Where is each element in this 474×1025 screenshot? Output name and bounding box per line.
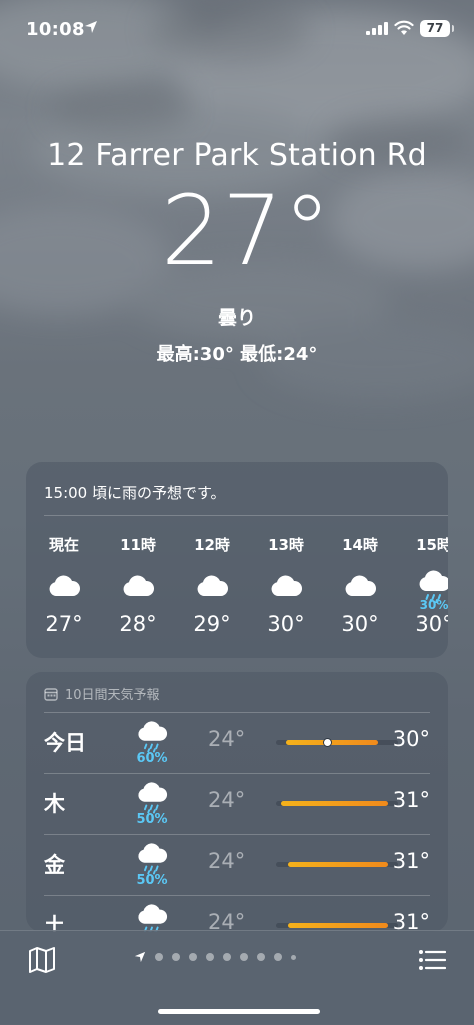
hour-label: 15時	[416, 536, 448, 554]
ten-day-header-label: 10日間天気予報	[65, 688, 160, 703]
ten-day-header: 10日間天気予報	[44, 684, 160, 703]
page-dot[interactable]	[257, 953, 265, 961]
precip-chance: 60%	[136, 751, 168, 766]
cellular-signal-icon	[366, 22, 388, 35]
temperature-range-fill	[288, 862, 388, 867]
divider	[44, 515, 448, 516]
low-temperature: 24°	[208, 849, 246, 873]
hour-label: 13時	[268, 536, 304, 554]
day-label: 金	[44, 853, 65, 877]
high-temperature: 31°	[392, 788, 430, 812]
hour-temperature: 30°	[341, 612, 379, 636]
temperature-range-fill	[288, 923, 388, 928]
page-indicator[interactable]	[134, 951, 296, 963]
page-dot[interactable]	[223, 953, 231, 961]
page-dot[interactable]	[189, 953, 197, 961]
map-icon[interactable]	[28, 947, 56, 973]
ten-day-forecast-card[interactable]: 10日間天気予報 今日 60% 24° 30° 木 50% 24° 31° 金 50% 24° 31°…	[26, 672, 448, 932]
temperature-range-fill	[286, 740, 378, 745]
high-temperature: 31°	[392, 849, 430, 873]
temperature-range-fill	[281, 801, 388, 806]
cloud-icon	[108, 566, 168, 606]
low-temperature: 24°	[208, 727, 246, 751]
page-dot[interactable]	[240, 953, 248, 961]
daily-row[interactable]: 木 50% 24° 31°	[44, 773, 430, 834]
home-indicator[interactable]	[158, 1009, 320, 1014]
current-location-page-icon[interactable]	[134, 951, 146, 963]
low-temperature: 24°	[208, 910, 246, 932]
cloud-icon	[34, 566, 94, 606]
temperature-range-bar	[276, 738, 398, 747]
cloud-icon	[330, 566, 390, 606]
hourly-summary: 15:00 頃に雨の予想です。	[44, 484, 226, 502]
page-dot[interactable]	[274, 953, 282, 961]
list-icon[interactable]	[418, 949, 446, 971]
hour-temperature: 28°	[119, 612, 157, 636]
battery-indicator: 77	[420, 20, 454, 37]
status-time: 10:08	[26, 19, 85, 40]
hourly-item: 15時 30% 30°	[404, 534, 448, 636]
hour-label: 12時	[194, 536, 230, 554]
low-temperature: 24°	[208, 788, 246, 812]
current-condition: 曇り	[217, 307, 256, 329]
day-label: 今日	[44, 731, 86, 755]
high-low-temperature: 最高:30° 最低:24°	[156, 344, 318, 365]
hour-temperature: 30°	[415, 612, 448, 636]
cloud-icon	[256, 566, 316, 606]
hourly-item: 13時 30°	[256, 534, 316, 636]
hour-temperature: 30°	[267, 612, 305, 636]
page-dot[interactable]	[172, 953, 180, 961]
daily-row[interactable]: 土 24° 31°	[44, 895, 430, 932]
hourly-item: 14時 30°	[330, 534, 390, 636]
temperature-range-bar	[276, 862, 398, 867]
hour-label: 14時	[342, 536, 378, 554]
location-arrow-icon	[85, 21, 97, 33]
hour-temperature: 29°	[193, 612, 231, 636]
status-bar: 10:08 77	[0, 0, 474, 60]
hour-label: 現在	[48, 536, 79, 554]
current-temp-dot	[323, 738, 332, 747]
page-dot[interactable]	[291, 954, 296, 960]
location-name: 12 Farrer Park Station Rd	[47, 138, 427, 173]
hour-temperature: 27°	[45, 612, 83, 636]
page-dot[interactable]	[206, 953, 214, 961]
precip-chance: 50%	[136, 873, 168, 888]
hour-label: 11時	[120, 536, 156, 554]
hourly-item: 12時 29°	[182, 534, 242, 636]
hourly-forecast-card[interactable]: 15:00 頃に雨の予想です。 現在 27° 11時 28° 12時 29° 13時 30° 1…	[26, 462, 448, 658]
page-dot[interactable]	[155, 953, 163, 961]
daily-row[interactable]: 金 50% 24° 31°	[44, 834, 430, 895]
daily-row[interactable]: 今日 60% 24° 30°	[44, 712, 430, 773]
cloud-rain-icon	[134, 902, 170, 932]
precip-chance: 50%	[136, 812, 168, 827]
temperature-range-bar	[276, 801, 398, 806]
cloud-icon	[182, 566, 242, 606]
current-temperature: 27°	[160, 175, 332, 287]
wifi-icon	[394, 20, 414, 35]
hourly-item: 現在 27°	[34, 534, 94, 636]
calendar-icon	[44, 687, 58, 701]
temperature-range-bar	[276, 923, 398, 928]
day-label: 土	[44, 914, 65, 932]
high-temperature: 31°	[392, 910, 430, 932]
hourly-item: 11時 28°	[108, 534, 168, 636]
day-label: 木	[44, 792, 65, 816]
bottom-toolbar	[0, 930, 474, 1025]
high-temperature: 30°	[392, 727, 430, 751]
